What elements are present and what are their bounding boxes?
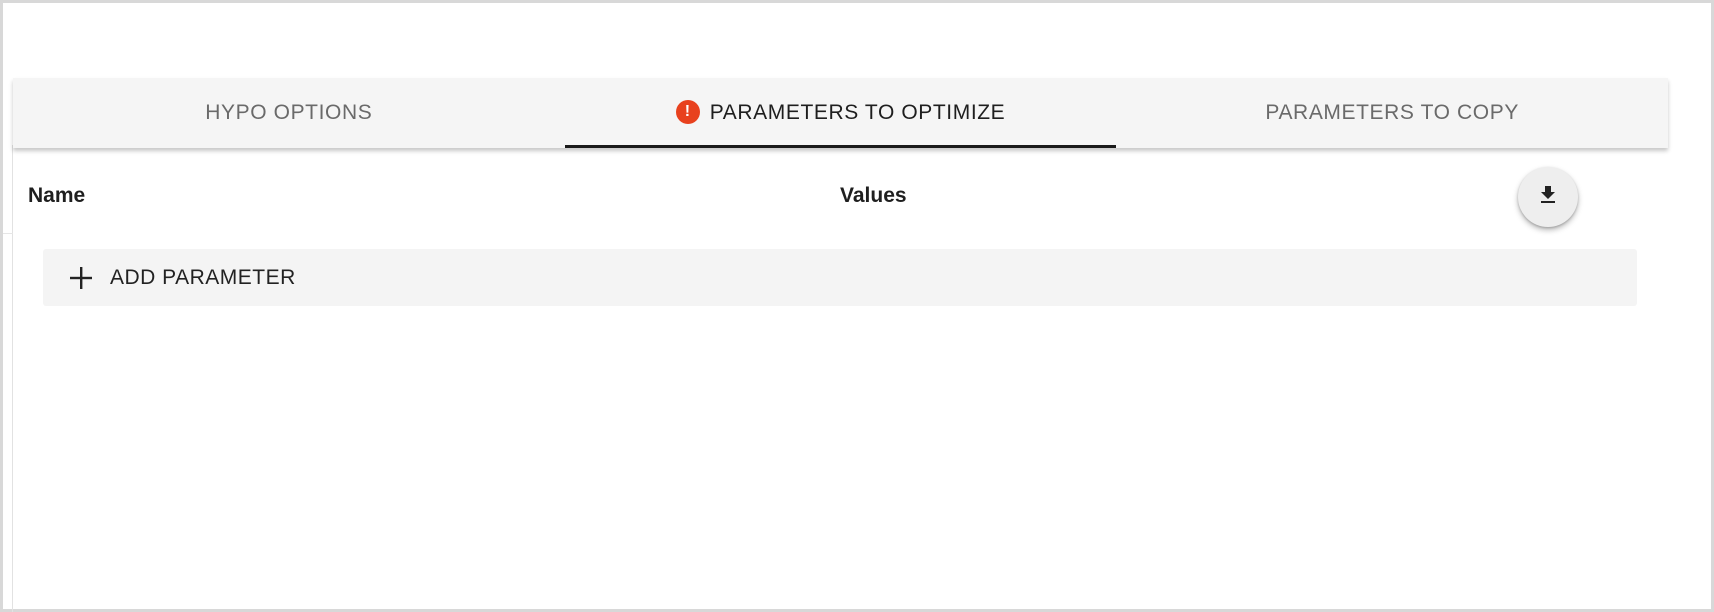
- plus-icon: [68, 265, 94, 291]
- tab-bar: HYPO OPTIONS ! PARAMETERS TO OPTIMIZE PA…: [13, 78, 1668, 148]
- column-header-values: Values: [840, 184, 907, 207]
- tab-parameters-to-optimize[interactable]: ! PARAMETERS TO OPTIMIZE: [564, 78, 1117, 148]
- download-icon: [1536, 183, 1560, 212]
- error-icon: !: [675, 99, 700, 124]
- tab-label: PARAMETERS TO OPTIMIZE: [709, 101, 1006, 124]
- parameters-panel: HYPO OPTIONS ! PARAMETERS TO OPTIMIZE PA…: [13, 78, 1668, 612]
- column-header-name: Name: [28, 184, 86, 207]
- tab-label: PARAMETERS TO COPY: [1265, 101, 1519, 124]
- tab-hypo-options[interactable]: HYPO OPTIONS: [13, 78, 565, 148]
- add-parameter-button[interactable]: ADD PARAMETER: [43, 249, 1637, 306]
- table-header: Name Values: [13, 164, 1668, 230]
- tab-label: HYPO OPTIONS: [205, 101, 373, 124]
- tab-parameters-to-copy[interactable]: PARAMETERS TO COPY: [1116, 78, 1668, 148]
- download-button[interactable]: [1518, 167, 1578, 227]
- left-divider-tick: [3, 233, 13, 234]
- add-parameter-label: ADD PARAMETER: [110, 265, 296, 289]
